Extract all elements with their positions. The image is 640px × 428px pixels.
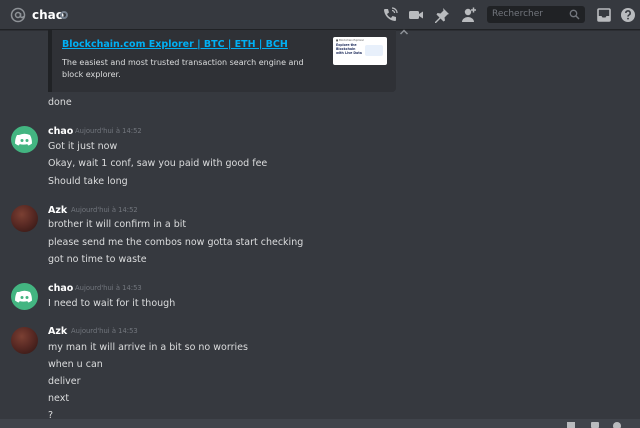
message-author[interactable]: Azk: [48, 204, 67, 217]
search-icon: [569, 9, 580, 20]
link-embed: Blockchain.com Explorer | BTC | ETH | BC…: [48, 30, 396, 92]
phone-call-icon[interactable]: [381, 6, 399, 24]
message-text: I need to wait for it though: [48, 298, 176, 309]
at-icon: [10, 7, 26, 23]
message-composer[interactable]: [0, 419, 640, 428]
video-call-icon[interactable]: [407, 6, 425, 24]
avatar[interactable]: [11, 205, 38, 232]
inbox-icon[interactable]: [595, 6, 613, 24]
message-author[interactable]: chao: [48, 282, 73, 295]
add-member-icon[interactable]: [459, 6, 477, 24]
embed-thumbnail[interactable]: ■ Blockchain Explorer Explore the Blockc…: [333, 37, 387, 65]
embed-title-link[interactable]: Blockchain.com Explorer | BTC | ETH | BC…: [62, 39, 288, 50]
thumbnail-nav-text: ■ Blockchain Explorer: [336, 39, 364, 42]
message-timestamp: Aujourd'hui à 14:53: [71, 327, 138, 335]
message-text: got no time to waste: [48, 254, 147, 265]
message-text: when u can: [48, 359, 103, 370]
thumbnail-graphic: [365, 45, 383, 56]
message-text: done: [48, 97, 72, 108]
message-text: next: [48, 393, 70, 404]
offline-status-icon: [60, 11, 68, 19]
avatar[interactable]: [11, 327, 38, 354]
avatar[interactable]: [11, 283, 38, 310]
thumbnail-headline: Explore the Blockchain with Live Data: [336, 43, 362, 55]
search-box[interactable]: [487, 6, 585, 23]
embed-description: The easiest and most trusted transaction…: [62, 58, 304, 79]
chevron-up-icon[interactable]: [399, 28, 409, 36]
discord-logo-icon: [15, 290, 33, 303]
message-text: Should take long: [48, 176, 128, 187]
message-author[interactable]: Azk: [48, 325, 67, 338]
avatar[interactable]: [11, 126, 38, 153]
message-text: please send me the combos now gotta star…: [48, 237, 304, 248]
channel-header: chao: [0, 0, 640, 30]
message-text: my man it will arrive in a bit so no wor…: [48, 342, 248, 353]
gif-icon[interactable]: [590, 421, 600, 428]
message-text: Got it just now: [48, 141, 118, 152]
pin-icon[interactable]: [433, 6, 451, 24]
message-timestamp: Aujourd'hui à 14:52: [75, 127, 142, 135]
emoji-icon[interactable]: [612, 421, 622, 428]
message-text: brother it will confirm in a bit: [48, 219, 187, 230]
discord-logo-icon: [15, 133, 33, 146]
message-text: Okay, wait 1 conf, saw you paid with goo…: [48, 158, 268, 169]
message-timestamp: Aujourd'hui à 14:52: [71, 206, 138, 214]
gift-icon[interactable]: [566, 421, 576, 428]
help-icon[interactable]: [619, 6, 637, 24]
message-author[interactable]: chao: [48, 125, 73, 138]
message-timestamp: Aujourd'hui à 14:53: [75, 284, 142, 292]
search-input[interactable]: [487, 6, 565, 23]
message-text: deliver: [48, 376, 81, 387]
